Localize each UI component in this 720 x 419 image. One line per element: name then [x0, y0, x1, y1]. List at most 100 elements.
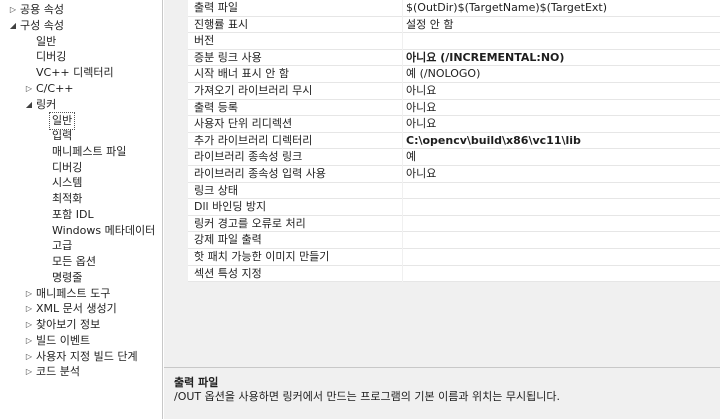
property-row[interactable]: 출력 파일 $(OutDir)$(TargetName)$(TargetExt): [164, 0, 720, 17]
tree-item-label: 코드 분석: [36, 365, 80, 379]
property-name[interactable]: 진행률 표시: [188, 16, 402, 34]
row-gutter: [164, 0, 188, 17]
property-name[interactable]: 버전: [188, 33, 402, 50]
row-gutter: [164, 116, 188, 133]
property-row[interactable]: Dll 바인딩 방지: [164, 199, 720, 216]
property-name[interactable]: 출력 등록: [188, 99, 402, 117]
tree-item-label: 매니페스트 도구: [36, 286, 111, 300]
property-row[interactable]: 시작 배너 표시 안 함예 (/NOLOGO): [164, 66, 720, 83]
row-gutter: [164, 132, 188, 150]
row-gutter: [164, 83, 188, 100]
property-value[interactable]: 아니요: [403, 99, 720, 117]
property-value[interactable]: 설정 안 함: [403, 16, 720, 34]
property-value[interactable]: [403, 249, 720, 266]
property-row[interactable]: 링크 상태: [164, 182, 720, 200]
expand-arrow-icon[interactable]: ▷: [8, 2, 18, 18]
description-text: /OUT 옵션을 사용하면 링커에서 만드는 프로그램의 기본 이름과 위치는 …: [174, 390, 560, 403]
property-value[interactable]: $(OutDir)$(TargetName)$(TargetExt): [403, 0, 720, 17]
tree-item-label: 찾아보기 정보: [36, 318, 101, 331]
collapse-arrow-icon[interactable]: ◢: [24, 97, 34, 113]
expand-arrow-icon[interactable]: ▷: [24, 349, 34, 365]
expand-arrow-icon[interactable]: ▷: [24, 364, 34, 380]
property-name[interactable]: 시작 배너 표시 안 함: [188, 66, 402, 83]
property-value[interactable]: 아니요: [403, 116, 720, 133]
property-name[interactable]: Dll 바인딩 방지: [188, 199, 402, 216]
tree-item-label: C/C++: [36, 81, 74, 95]
row-gutter: [164, 49, 188, 67]
property-value[interactable]: [403, 265, 720, 283]
property-row[interactable]: 출력 등록 아니요: [164, 99, 720, 117]
expand-arrow-icon[interactable]: ▷: [24, 286, 34, 302]
collapse-arrow-icon[interactable]: ◢: [8, 18, 18, 34]
property-value[interactable]: 아니요: [403, 83, 720, 100]
tree-item-label: Windows 메타데이터: [52, 223, 156, 237]
property-value[interactable]: 예 (/NOLOGO): [403, 66, 720, 83]
tree-item-label: 디버깅: [36, 50, 67, 64]
row-gutter: [164, 182, 188, 200]
property-value[interactable]: 아니요: [403, 166, 720, 183]
property-value[interactable]: C:\opencv\build\x86\vc11\lib: [403, 132, 720, 150]
row-gutter: [164, 66, 188, 83]
tree-item-label: 시스템: [52, 176, 83, 190]
property-grid: 출력 파일 $(OutDir)$(TargetName)$(TargetExt) 진…: [164, 0, 720, 367]
tree-item-label: 고급: [52, 239, 73, 253]
tree-item-label: 포함 IDL: [52, 207, 94, 221]
property-value[interactable]: [403, 232, 720, 249]
tree-item-label: 명령줄: [52, 270, 83, 284]
config-tree: ▷ 공용 속성 ◢ 구성 속성 일반 디버깅 VC++ 디렉터리 ▷ C/C++ ◢ 링커 일반 입력 매…: [0, 0, 163, 419]
property-row[interactable]: 핫 패치 가능한 이미지 만들기: [164, 249, 720, 266]
tree-item-label: 매니페스트 파일: [52, 144, 127, 158]
tree-item-label: 디버깅: [52, 160, 83, 174]
tree-item-label: XML 문서 생성기: [36, 302, 117, 316]
tree-item-label: VC++ 디렉터리: [36, 66, 114, 79]
property-row[interactable]: 라이브러리 종속성 입력 사용 아니요: [164, 166, 720, 183]
tree-item-label: 구성 속성: [20, 18, 64, 32]
property-row[interactable]: 링커 경고를 오류로 처리: [164, 215, 720, 233]
property-row[interactable]: 섹션 특성 지정: [164, 265, 720, 283]
property-name[interactable]: 링크 상태: [188, 182, 402, 200]
tree-item-label: 모든 옵션: [52, 255, 96, 268]
row-gutter: [164, 232, 188, 249]
row-gutter: [164, 265, 188, 283]
row-gutter: [164, 99, 188, 117]
property-name[interactable]: 라이브러리 종속성 링크: [188, 149, 402, 166]
expand-arrow-icon[interactable]: ▷: [24, 301, 34, 317]
tree-item-label: 최적화: [52, 192, 83, 205]
property-row[interactable]: 증분 링크 사용 아니요 (/INCREMENTAL:NO): [164, 49, 720, 67]
expand-arrow-icon[interactable]: ▷: [24, 333, 34, 349]
tree-item-label: 사용자 지정 빌드 단계: [36, 349, 138, 363]
row-gutter: [164, 249, 188, 266]
property-row[interactable]: 사용자 단위 리디렉션 아니요: [164, 116, 720, 133]
property-value[interactable]: 예: [403, 149, 720, 166]
property-row[interactable]: 추가 라이브러리 디렉터리 C:\opencv\build\x86\vc11\li…: [164, 132, 720, 150]
property-name[interactable]: 핫 패치 가능한 이미지 만들기: [188, 249, 402, 266]
property-value[interactable]: [403, 215, 720, 233]
tree-item-label: 빌드 이벤트: [36, 333, 91, 347]
expand-arrow-icon[interactable]: ▷: [24, 317, 34, 333]
property-name[interactable]: 강제 파일 출력: [188, 232, 402, 249]
description-panel: 출력 파일 /OUT 옵션을 사용하면 링커에서 만드는 프로그램의 기본 이름…: [164, 368, 720, 419]
property-value[interactable]: [403, 199, 720, 216]
property-value[interactable]: [403, 182, 720, 200]
property-value[interactable]: 아니요 (/INCREMENTAL:NO): [403, 49, 720, 67]
row-gutter: [164, 33, 188, 50]
tree-item-label: 입력: [52, 129, 73, 142]
property-name[interactable]: 출력 파일: [188, 0, 402, 17]
property-name[interactable]: 사용자 단위 리디렉션: [188, 116, 402, 133]
property-name[interactable]: 추가 라이브러리 디렉터리: [188, 132, 402, 150]
tree-item-label: 일반: [36, 34, 57, 48]
property-row[interactable]: 가져오기 라이브러리 무시 아니요: [164, 83, 720, 100]
property-name[interactable]: 링커 경고를 오류로 처리: [188, 215, 402, 233]
property-name[interactable]: 라이브러리 종속성 입력 사용: [188, 166, 402, 183]
property-row[interactable]: 라이브러리 종속성 링크 예: [164, 149, 720, 166]
property-name[interactable]: 가져오기 라이브러리 무시: [188, 83, 402, 100]
property-row[interactable]: 강제 파일 출력: [164, 232, 720, 249]
property-name[interactable]: 증분 링크 사용: [188, 49, 402, 67]
expand-arrow-icon[interactable]: ▷: [24, 81, 34, 97]
property-value[interactable]: [403, 33, 720, 50]
row-gutter: [164, 215, 188, 233]
property-row[interactable]: 진행률 표시 설정 안 함: [164, 16, 720, 34]
property-row[interactable]: 버전: [164, 33, 720, 50]
row-gutter: [164, 16, 188, 34]
property-name[interactable]: 섹션 특성 지정: [188, 265, 402, 283]
